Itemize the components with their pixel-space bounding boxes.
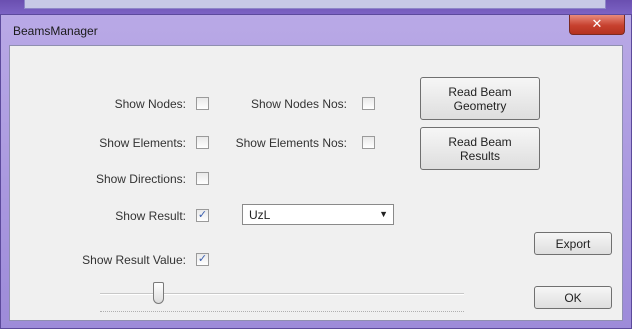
show-result-value-label: Show Result Value:	[82, 253, 186, 267]
title-bar[interactable]: BeamsManager ✕	[1, 15, 631, 45]
read-beam-results-label: Read Beam Results	[448, 134, 512, 163]
show-elements-checkbox[interactable]	[196, 136, 209, 149]
show-nodes-nos-label: Show Nodes Nos:	[250, 97, 347, 111]
result-slider-thumb[interactable]	[152, 282, 164, 304]
result-slider-ticks	[100, 311, 464, 312]
show-result-label: Show Result:	[115, 209, 186, 223]
dialog-client-area: Show Nodes: Show Nodes Nos: Show Element…	[9, 45, 623, 321]
show-result-value-checkbox[interactable]: ✓	[196, 253, 209, 266]
show-nodes-nos-checkbox[interactable]	[362, 97, 375, 110]
chevron-down-icon: ▼	[379, 209, 388, 219]
beams-manager-dialog: BeamsManager ✕ Show Nodes: Show Nodes No…	[0, 14, 632, 329]
show-directions-label: Show Directions:	[95, 172, 186, 186]
show-result-checkbox[interactable]: ✓	[196, 209, 209, 222]
checkmark-icon: ✓	[197, 253, 208, 265]
ok-button[interactable]: OK	[534, 286, 612, 309]
result-type-value: UzL	[249, 208, 271, 222]
background-window-content	[24, 0, 606, 9]
background-window-edge	[0, 0, 632, 14]
result-type-select[interactable]: UzL ▼	[242, 204, 394, 225]
show-elements-nos-checkbox[interactable]	[362, 136, 375, 149]
read-beam-geometry-button[interactable]: Read Beam Geometry	[420, 77, 540, 120]
show-elements-label: Show Elements:	[99, 136, 186, 150]
show-nodes-label: Show Nodes:	[114, 97, 186, 111]
show-nodes-checkbox[interactable]	[196, 97, 209, 110]
close-icon: ✕	[591, 17, 603, 32]
read-beam-results-button[interactable]: Read Beam Results	[420, 127, 540, 170]
export-label: Export	[555, 236, 591, 251]
window-title: BeamsManager	[13, 24, 98, 38]
show-elements-nos-label: Show Elements Nos:	[235, 136, 347, 150]
close-button[interactable]: ✕	[569, 15, 625, 35]
export-button[interactable]: Export	[534, 232, 612, 255]
show-directions-checkbox[interactable]	[196, 172, 209, 185]
read-beam-geometry-label: Read Beam Geometry	[448, 84, 512, 113]
ok-label: OK	[564, 290, 582, 305]
checkmark-icon: ✓	[197, 209, 208, 221]
